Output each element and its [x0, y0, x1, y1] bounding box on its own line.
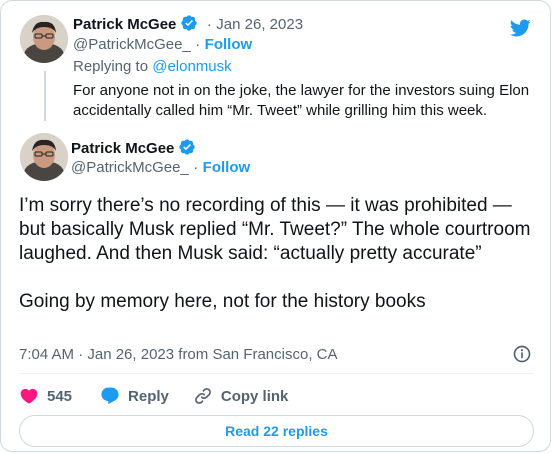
follow-button[interactable]: Follow	[203, 159, 251, 176]
follow-button[interactable]: Follow	[205, 36, 253, 53]
reply-bubble-icon	[101, 387, 119, 405]
quoted-author-handle[interactable]: @PatrickMcGee_	[73, 36, 191, 53]
quoted-tweet-text: For anyone not in on the joke, the lawye…	[73, 82, 530, 119]
separator-dot: ·	[206, 16, 212, 33]
reply-label: Reply	[128, 387, 169, 405]
tweet-timestamp[interactable]: 7:04 AM · Jan 26, 2023 from San Francisc…	[19, 346, 338, 363]
quoted-handle-row: @PatrickMcGee_ · Follow	[73, 36, 252, 54]
reply-button[interactable]: Reply	[100, 386, 169, 406]
dot-separator: ·	[193, 159, 199, 176]
info-icon[interactable]	[512, 344, 532, 364]
verified-badge-icon	[178, 138, 196, 156]
thread-connector-line	[44, 71, 46, 121]
tweet-actions-bar: 545 Reply Copy link	[19, 385, 312, 407]
main-author-avatar[interactable]	[20, 133, 68, 181]
quoted-tweet-date[interactable]: Jan 26, 2023	[216, 16, 303, 33]
replying-to-link[interactable]: @elonmusk	[152, 58, 231, 75]
twitter-bird-icon[interactable]	[508, 17, 532, 39]
verified-badge-icon	[180, 14, 198, 32]
main-author-name[interactable]: Patrick McGee	[71, 140, 174, 157]
quoted-author-row: Patrick McGee · Jan 26, 2023	[73, 14, 303, 34]
read-replies-button[interactable]: Read 22 replies	[19, 415, 534, 447]
actions-divider	[19, 373, 534, 374]
copy-link-label: Copy link	[220, 387, 289, 405]
main-author-row: Patrick McGee	[71, 138, 196, 158]
replying-to-line: Replying to @elonmusk	[73, 58, 232, 75]
copy-link-button[interactable]: Copy link	[193, 386, 289, 406]
main-author-handle[interactable]: @PatrickMcGee_	[71, 159, 189, 176]
quoted-author-name[interactable]: Patrick McGee	[73, 16, 176, 33]
quoted-author-avatar[interactable]	[20, 15, 68, 63]
like-count: 545	[47, 387, 73, 405]
main-tweet-text: I’m sorry there’s no recording of this —…	[19, 195, 531, 312]
link-icon	[194, 388, 211, 404]
replying-prefix: Replying to	[73, 58, 149, 75]
like-button[interactable]: 545	[19, 386, 72, 406]
embedded-tweet-card: Patrick McGee · Jan 26, 2023 @PatrickMcG…	[0, 0, 551, 452]
dot-separator: ·	[195, 36, 201, 53]
heart-icon	[20, 388, 38, 404]
main-handle-row: @PatrickMcGee_ · Follow	[71, 159, 250, 177]
